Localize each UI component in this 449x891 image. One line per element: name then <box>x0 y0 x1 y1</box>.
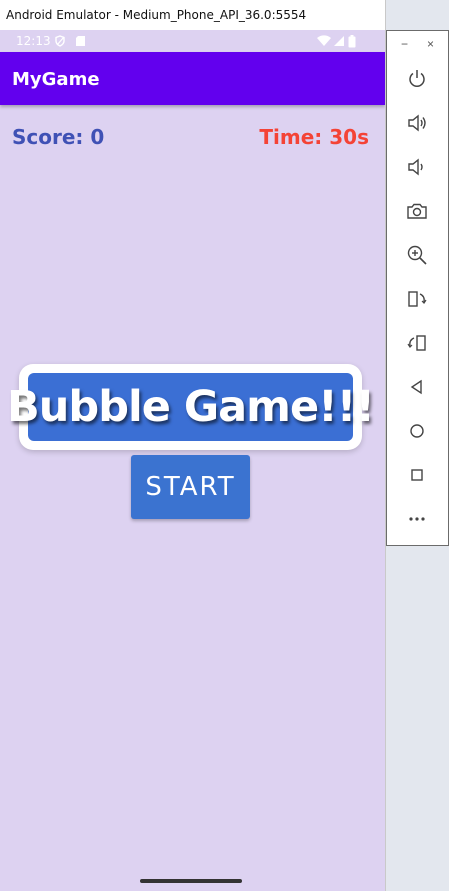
close-button[interactable]: × <box>427 37 434 51</box>
overview-icon[interactable] <box>401 460 433 490</box>
rotate-right-icon[interactable] <box>401 328 433 358</box>
game-title-banner: Bubble Game!!! <box>7 373 375 441</box>
app-bar: MyGame <box>0 52 385 105</box>
home-icon[interactable] <box>401 416 433 446</box>
volume-up-icon[interactable] <box>401 108 433 138</box>
more-icon[interactable] <box>401 504 433 534</box>
volume-down-icon[interactable] <box>401 152 433 182</box>
back-icon[interactable] <box>401 372 433 402</box>
status-bar: 12:13 <box>0 30 385 52</box>
shield-icon <box>54 35 66 50</box>
power-icon[interactable] <box>401 64 433 94</box>
rotate-left-icon[interactable] <box>401 284 433 314</box>
camera-icon[interactable] <box>401 196 433 226</box>
score-label: Score: 0 <box>12 125 105 149</box>
app-title: MyGame <box>12 69 100 90</box>
emulator-toolbar: − × <box>386 30 449 546</box>
status-time: 12:13 <box>16 34 51 48</box>
window-title: Android Emulator - Medium_Phone_API_36.0… <box>0 0 385 30</box>
signal-icon <box>333 35 345 50</box>
game-title-card: Bubble Game!!! <box>7 364 375 450</box>
gesture-nav-handle[interactable] <box>140 879 242 883</box>
battery-icon <box>348 35 356 51</box>
wifi-icon <box>317 35 331 50</box>
minimize-button[interactable]: − <box>401 37 408 51</box>
device-screen: 12:13 MyGame Score: 0 Time: 30s Bubble G… <box>0 30 385 891</box>
emulator-window: Android Emulator - Medium_Phone_API_36.0… <box>0 0 386 891</box>
zoom-icon[interactable] <box>401 240 433 270</box>
game-title: Bubble Game!!! <box>7 382 375 432</box>
sd-card-icon <box>75 35 86 50</box>
start-button[interactable]: START <box>131 455 250 519</box>
time-label: Time: 30s <box>259 125 369 149</box>
